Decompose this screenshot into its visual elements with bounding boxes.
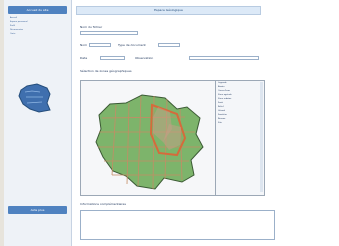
france-mini-map [18, 83, 51, 113]
field-2-input[interactable] [89, 43, 111, 47]
sidebar-link-5[interactable]: Carte [10, 33, 65, 36]
field-2-label: Nom [80, 43, 88, 47]
field-3-label: Type de document [118, 43, 146, 47]
map-legend: Légende Bassin Cours d'eau Zone agricole… [215, 80, 265, 196]
app-window: Accueil du site Accueil Espace personnel… [4, 0, 339, 246]
sidebar-section: Aide plus [8, 206, 67, 214]
france-map[interactable] [81, 81, 215, 195]
map-title: Sélection de zones géographiques [80, 69, 132, 73]
sidebar-link-1[interactable]: Accueil [10, 17, 65, 20]
sidebar: Accueil du site Accueil Espace personnel… [4, 0, 72, 246]
legend-item-2[interactable]: Cours d'eau [218, 90, 262, 93]
footer-label: Informations complémentaires [80, 202, 126, 206]
legend-item-7[interactable]: Littoral [218, 110, 262, 113]
legend-item-4[interactable]: Zone urbaine [218, 98, 262, 101]
field-4-label: Date [80, 56, 88, 60]
page-title: Espace Géologique [76, 6, 261, 15]
field-5-label: Observation [135, 56, 154, 60]
sidebar-header: Accueil du site [8, 6, 67, 14]
legend-title: Légende [218, 82, 227, 84]
field-3-input[interactable] [158, 43, 180, 47]
field-4-input[interactable] [100, 56, 125, 60]
map-panel[interactable] [80, 80, 216, 196]
field-1-input[interactable] [80, 31, 138, 35]
sidebar-link-3[interactable]: Profil [10, 25, 65, 28]
field-1-label: Nom du fichier [80, 25, 103, 29]
legend-item-6[interactable]: Relief [218, 106, 262, 109]
sidebar-link-2[interactable]: Espace personnel [10, 21, 65, 24]
legend-item-1[interactable]: Bassin [218, 86, 262, 89]
legend-scrollbar[interactable] [260, 82, 263, 192]
legend-item-3[interactable]: Zone agricole [218, 94, 262, 97]
legend-item-9[interactable]: Réseau [218, 118, 262, 121]
legend-item-5[interactable]: Forêt [218, 102, 262, 105]
field-5-input[interactable] [189, 56, 259, 60]
main-content: Espace Géologique Nom du fichier Nom Typ… [76, 0, 339, 246]
sidebar-link-4[interactable]: Déconnexion [10, 29, 65, 32]
comments-textarea[interactable] [80, 210, 275, 240]
legend-item-8[interactable]: Frontière [218, 114, 262, 117]
legend-item-10[interactable]: Site [218, 122, 262, 125]
